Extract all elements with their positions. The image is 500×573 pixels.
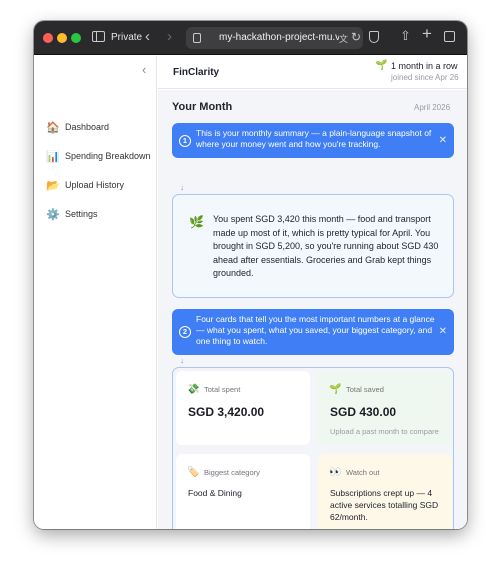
bar-chart-icon: 📊 <box>46 150 60 163</box>
brand-name[interactable]: FinClarity <box>173 67 219 78</box>
sprout-icon: 🌱 <box>329 384 342 395</box>
app-header: FinClarity 🌱 1 month in a row joined sin… <box>158 56 467 89</box>
sidebar-item-upload-history[interactable]: 📂 Upload History <box>46 176 124 194</box>
sidebar-item-label: Upload History <box>65 180 125 190</box>
address-bar[interactable]: my-hackathon-project-mu.vercel.app 文 ↻ <box>186 27 363 49</box>
stat-value: SGD 3,420.00 <box>188 405 265 419</box>
money-icon: 💸 <box>187 384 200 395</box>
tip-text: This is your monthly summary — a plain-l… <box>196 128 432 149</box>
sidebar-item-dashboard[interactable]: 🏠 Dashboard <box>46 118 109 136</box>
tip-connector-arrow: ↓ <box>180 356 184 365</box>
stat-label: Total spent <box>204 385 241 394</box>
stat-label: Watch out <box>346 468 380 477</box>
month-label: April 2026 <box>414 103 451 112</box>
gear-icon: ⚙️ <box>46 208 60 221</box>
tip-text: Four cards that tell you the most import… <box>196 314 435 346</box>
shield-icon[interactable] <box>369 31 379 43</box>
close-window-button[interactable] <box>43 33 53 43</box>
private-label: Private <box>111 32 143 43</box>
sidebar-item-label: Spending Breakdown <box>65 151 151 161</box>
close-icon[interactable]: ✕ <box>439 326 447 337</box>
browser-window: Private ‹ › my-hackathon-project-mu.verc… <box>34 21 467 529</box>
watch-out-card: 👀 Watch out Subscriptions crept up — 4 a… <box>318 454 452 529</box>
summary-text: You spent SGD 3,420 this month — food an… <box>213 214 439 278</box>
onboarding-tip-2: 2 Four cards that tell you the most impo… <box>172 309 454 355</box>
translate-icon[interactable]: 文 <box>339 32 348 45</box>
monthly-summary-card: 🌿 You spent SGD 3,420 this month — food … <box>172 194 454 298</box>
onboarding-tip-1: 1 This is your monthly summary — a plain… <box>172 123 454 158</box>
main-content: Your Month April 2026 1 This is your mon… <box>158 90 467 529</box>
sidebar-item-spending-breakdown[interactable]: 📊 Spending Breakdown <box>46 147 151 165</box>
back-icon[interactable]: ‹ <box>145 29 150 44</box>
browser-toolbar: Private ‹ › my-hackathon-project-mu.verc… <box>34 21 467 55</box>
browser-sidebar-icon[interactable] <box>92 31 105 42</box>
total-spent-card: 💸 Total spent SGD 3,420.00 <box>176 371 310 445</box>
zoom-window-button[interactable] <box>71 33 81 43</box>
tip-step-number: 2 <box>179 326 191 338</box>
stat-label: Total saved <box>346 385 384 394</box>
minimize-window-button[interactable] <box>57 33 67 43</box>
new-tab-icon[interactable]: + <box>422 25 432 42</box>
forward-icon[interactable]: › <box>167 29 172 44</box>
stat-cards-grid: 💸 Total spent SGD 3,420.00 🌱 Total saved… <box>172 367 454 529</box>
url-text[interactable]: my-hackathon-project-mu.vercel.app <box>219 32 339 43</box>
stat-value: SGD 430.00 <box>330 405 397 419</box>
tag-icon: 🏷️ <box>187 467 200 478</box>
tip-connector-arrow: ↓ <box>180 183 184 192</box>
collapse-sidebar-icon[interactable]: ‹ <box>142 62 146 77</box>
folder-icon: 📂 <box>46 179 60 192</box>
tip-step-number: 1 <box>179 135 191 147</box>
stat-label: Biggest category <box>204 468 260 477</box>
sidebar-item-label: Settings <box>65 209 98 219</box>
close-icon[interactable]: ✕ <box>439 135 447 146</box>
leaf-icon: 🌿 <box>189 215 204 229</box>
page-title: Your Month <box>172 101 233 113</box>
share-icon[interactable]: ⇧ <box>400 29 411 43</box>
eyes-icon: 👀 <box>329 467 342 478</box>
page-icon <box>193 33 201 43</box>
stat-value: Subscriptions crept up — 4 active servic… <box>330 488 439 522</box>
house-icon: 🏠 <box>46 121 60 134</box>
reload-icon[interactable]: ↻ <box>351 30 361 44</box>
sidebar: ‹ 🏠 Dashboard 📊 Spending Breakdown 📂 Upl… <box>34 56 157 529</box>
tab-overview-icon[interactable] <box>444 31 455 42</box>
stat-value: Food & Dining <box>188 488 242 498</box>
sprout-icon: 🌱 <box>375 60 388 71</box>
biggest-category-card: 🏷️ Biggest category Food & Dining <box>176 454 310 529</box>
stat-subtext: Upload a past month to compare <box>330 427 439 436</box>
joined-text: joined since Apr 26 <box>391 73 459 82</box>
total-saved-card: 🌱 Total saved SGD 430.00 Upload a past m… <box>318 371 452 445</box>
streak-text: 1 month in a row <box>391 61 458 71</box>
sidebar-item-settings[interactable]: ⚙️ Settings <box>46 205 98 223</box>
sidebar-item-label: Dashboard <box>65 122 110 132</box>
